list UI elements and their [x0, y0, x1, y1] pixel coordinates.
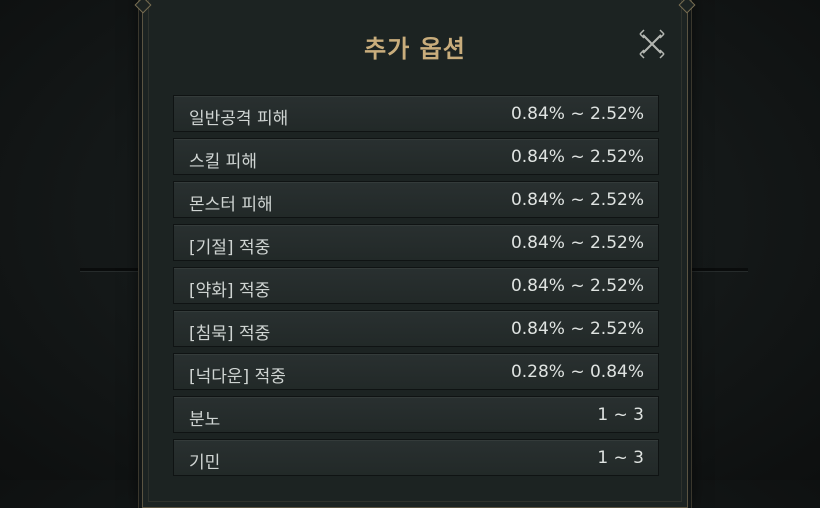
option-range: 0.28% ~ 0.84%	[510, 362, 644, 382]
option-name: [침묵] 적중	[189, 324, 271, 344]
option-name: 분노	[189, 410, 221, 430]
option-row: 스킬 피해 0.84% ~ 2.52%	[173, 138, 659, 175]
option-name: 스킬 피해	[189, 152, 257, 172]
option-name: 기민	[189, 453, 221, 473]
additional-options-dialog: 추가 옵션 일반공격 피해 0.84% ~ 2.52% 스킬 피해 0.84% …	[134, 0, 696, 508]
option-range: 0.84% ~ 2.52%	[510, 233, 644, 253]
close-button[interactable]	[637, 29, 667, 59]
option-name: 몬스터 피해	[189, 195, 273, 215]
option-range: 0.84% ~ 2.52%	[510, 319, 644, 339]
option-row: [넉다운] 적중 0.28% ~ 0.84%	[173, 353, 659, 390]
option-range: 0.84% ~ 2.52%	[510, 276, 644, 296]
option-name: [넉다운] 적중	[189, 367, 286, 387]
option-row: [약화] 적중 0.84% ~ 2.52%	[173, 267, 659, 304]
option-row: [침묵] 적중 0.84% ~ 2.52%	[173, 310, 659, 347]
close-x-icon	[639, 29, 665, 59]
option-range: 1 ~ 3	[597, 405, 644, 425]
background-divider-left	[80, 268, 144, 271]
option-range: 0.84% ~ 2.52%	[510, 147, 644, 167]
option-range: 1 ~ 3	[597, 448, 644, 468]
frame-corner-ornament-left	[134, 0, 152, 14]
option-row: 일반공격 피해 0.84% ~ 2.52%	[173, 95, 659, 132]
option-row: 분노 1 ~ 3	[173, 396, 659, 433]
option-row: 몬스터 피해 0.84% ~ 2.52%	[173, 181, 659, 218]
background-divider-right	[690, 268, 748, 271]
dialog-title: 추가 옵션	[364, 35, 466, 63]
option-name: [기절] 적중	[189, 238, 271, 258]
option-row: [기절] 적중 0.84% ~ 2.52%	[173, 224, 659, 261]
option-range: 0.84% ~ 2.52%	[510, 190, 644, 210]
options-list: 일반공격 피해 0.84% ~ 2.52% 스킬 피해 0.84% ~ 2.52…	[173, 95, 659, 482]
option-row: 기민 1 ~ 3	[173, 439, 659, 476]
option-name: 일반공격 피해	[189, 109, 289, 129]
option-range: 0.84% ~ 2.52%	[510, 104, 644, 124]
frame-corner-ornament-right	[678, 0, 696, 14]
option-name: [약화] 적중	[189, 281, 271, 301]
